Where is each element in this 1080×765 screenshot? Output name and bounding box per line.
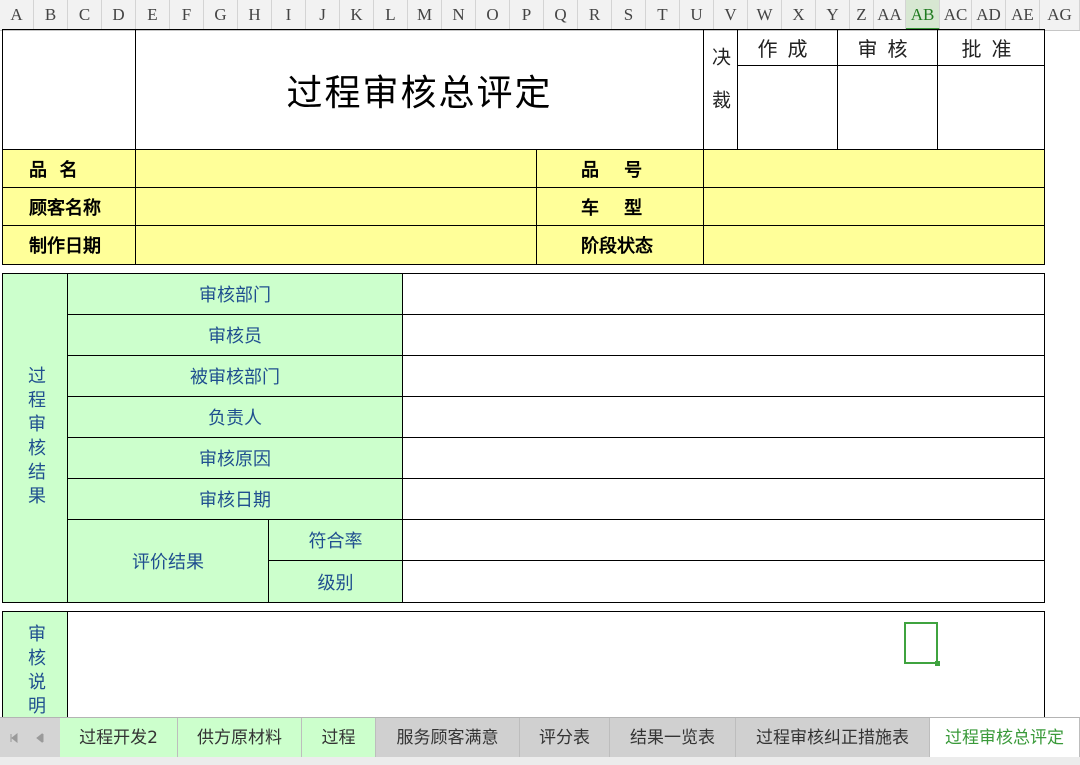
audit-dept-value[interactable] (403, 274, 1044, 315)
notes-section-label: 审核说明 (25, 624, 46, 718)
column-header[interactable]: A (0, 0, 34, 30)
tab-overall-evaluation[interactable]: 过程审核总评定 (930, 718, 1080, 758)
product-number-value[interactable] (704, 150, 1044, 188)
approval-approved-sign[interactable] (938, 66, 1045, 151)
column-header[interactable]: L (374, 0, 408, 30)
product-name-value[interactable] (136, 150, 537, 188)
audit-date-value[interactable] (403, 479, 1044, 520)
column-header[interactable]: R (578, 0, 612, 30)
responsible-value[interactable] (403, 397, 1044, 438)
page-title: 过程审核总评定 (286, 73, 553, 114)
column-header[interactable]: U (680, 0, 714, 30)
auditor-value[interactable] (403, 315, 1044, 356)
column-header[interactable]: H (238, 0, 272, 30)
column-header[interactable]: F (170, 0, 204, 30)
column-header[interactable]: AG (1040, 0, 1080, 30)
approval-reviewed-header[interactable]: 审核 (838, 29, 938, 66)
column-header[interactable]: G (204, 0, 238, 30)
column-header[interactable]: Z (850, 0, 874, 30)
level-value[interactable] (403, 561, 1044, 602)
column-header[interactable]: M (408, 0, 442, 30)
fill-handle[interactable] (935, 661, 940, 666)
approval-created-header[interactable]: 作成 (738, 29, 838, 66)
sheet-grid[interactable]: 过程审核总评定 决裁 作成 审核 批准 品 名 品 号 顾客名称 车 型 制作日… (0, 29, 1080, 731)
approval-reviewed-sign[interactable] (838, 66, 938, 151)
column-header-active[interactable]: AB (906, 0, 940, 30)
product-name-label[interactable]: 品 名 (3, 150, 136, 188)
prev-sheet-icon[interactable] (26, 718, 54, 758)
sheet-tab-bar: 过程开发2 供方原材料 过程 服务顾客满意 评分表 结果一览表 过程审核纠正措施… (0, 717, 1080, 758)
selected-cell[interactable] (904, 622, 940, 666)
column-header[interactable]: S (612, 0, 646, 30)
column-header[interactable]: C (68, 0, 102, 30)
compliance-rate-value[interactable] (403, 520, 1044, 561)
auditor-label[interactable]: 审核员 (68, 315, 403, 356)
tab-score-sheet[interactable]: 评分表 (520, 718, 610, 758)
tab-corrective-actions[interactable]: 过程审核纠正措施表 (736, 718, 930, 758)
audit-reason-value[interactable] (403, 438, 1044, 479)
column-header[interactable]: AA (874, 0, 906, 30)
logo-cell[interactable] (2, 29, 136, 151)
column-header[interactable]: I (272, 0, 306, 30)
column-header[interactable]: N (442, 0, 476, 30)
tab-customer-satisfaction[interactable]: 服务顾客满意 (376, 718, 520, 758)
column-header[interactable]: T (646, 0, 680, 30)
make-date-label[interactable]: 制作日期 (3, 226, 136, 264)
column-header[interactable]: O (476, 0, 510, 30)
column-header[interactable]: P (510, 0, 544, 30)
column-header[interactable]: E (136, 0, 170, 30)
audited-dept-value[interactable] (403, 356, 1044, 397)
decision-label: 决裁 (709, 47, 731, 133)
customer-name-label[interactable]: 顾客名称 (3, 188, 136, 226)
results-section-label: 过程审核结果 (25, 366, 46, 510)
column-header[interactable]: Y (816, 0, 850, 30)
column-header[interactable]: AD (972, 0, 1006, 30)
column-header[interactable]: K (340, 0, 374, 30)
column-header[interactable]: D (102, 0, 136, 30)
stage-status-label[interactable]: 阶段状态 (537, 226, 704, 264)
stage-status-value[interactable] (704, 226, 1044, 264)
tab-process[interactable]: 过程 (302, 718, 376, 758)
audited-dept-label[interactable]: 被审核部门 (68, 356, 403, 397)
column-header[interactable]: Q (544, 0, 578, 30)
audit-date-label[interactable]: 审核日期 (68, 479, 403, 520)
column-header-bar: A B C D E F G H I J K L M N O P Q R S T … (0, 0, 1080, 31)
car-model-label[interactable]: 车 型 (537, 188, 704, 226)
car-model-value[interactable] (704, 188, 1044, 226)
first-sheet-icon[interactable] (0, 718, 28, 758)
column-header[interactable]: B (34, 0, 68, 30)
compliance-rate-label[interactable]: 符合率 (269, 520, 403, 561)
level-label[interactable]: 级别 (269, 561, 403, 602)
approval-created-sign[interactable] (738, 66, 838, 151)
column-header[interactable]: AE (1006, 0, 1040, 30)
column-header[interactable]: X (782, 0, 816, 30)
column-header[interactable]: J (306, 0, 340, 30)
status-bar (0, 757, 1080, 765)
customer-name-value[interactable] (136, 188, 537, 226)
product-number-label[interactable]: 品 号 (537, 150, 704, 188)
make-date-value[interactable] (136, 226, 537, 264)
tab-results-overview[interactable]: 结果一览表 (610, 718, 736, 758)
column-header[interactable]: AC (940, 0, 972, 30)
notes-value[interactable] (68, 612, 1044, 718)
decision-cell[interactable]: 决裁 (704, 29, 738, 151)
audit-reason-label[interactable]: 审核原因 (68, 438, 403, 479)
results-section-label-cell[interactable]: 过程审核结果 (3, 274, 68, 602)
audit-dept-label[interactable]: 审核部门 (68, 274, 403, 315)
tab-supplier-material[interactable]: 供方原材料 (178, 718, 302, 758)
notes-section-label-cell[interactable]: 审核说明 (3, 612, 68, 718)
spreadsheet-app: A B C D E F G H I J K L M N O P Q R S T … (0, 0, 1080, 765)
title-cell[interactable]: 过程审核总评定 (136, 29, 704, 151)
approval-approved-header[interactable]: 批准 (938, 29, 1045, 66)
evaluation-label[interactable]: 评价结果 (68, 520, 269, 602)
responsible-label[interactable]: 负责人 (68, 397, 403, 438)
column-header[interactable]: W (748, 0, 782, 30)
column-header[interactable]: V (714, 0, 748, 30)
tab-process-development-2[interactable]: 过程开发2 (60, 718, 178, 758)
